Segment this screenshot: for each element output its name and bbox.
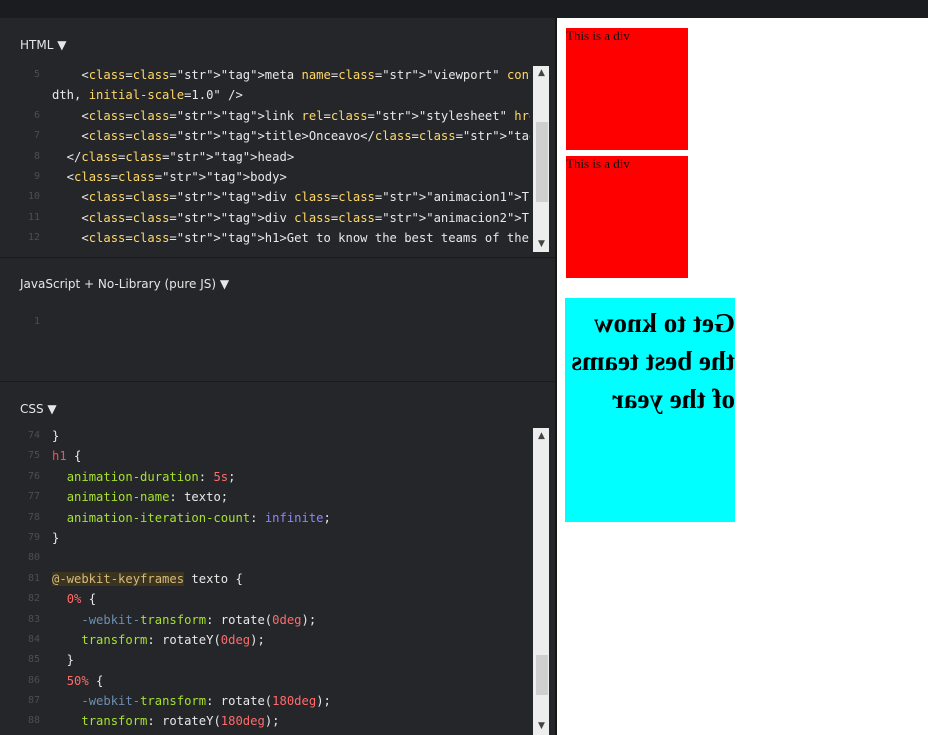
line-number: 74 <box>27 430 40 441</box>
div2-text: This is a div <box>566 156 630 171</box>
code-line[interactable]: 8 </class=class="str">"tag">head> <box>0 147 530 167</box>
code-text[interactable]: -webkit-transform: rotate(0deg); <box>52 610 316 630</box>
code-line[interactable]: 9 <class=class="str">"tag">body> <box>0 167 530 187</box>
line-number: 75 <box>27 450 40 462</box>
code-text[interactable]: <class=class="str">"tag">body> <box>52 167 287 187</box>
code-line[interactable]: 77 animation-name: texto; <box>0 487 530 507</box>
js-code-area[interactable]: 1 <box>0 312 530 332</box>
code-line[interactable]: dth, initial-scale=1.0" /> <box>0 85 530 105</box>
css-scroll-up-icon[interactable]: ▲ <box>537 431 546 441</box>
code-text[interactable]: @-webkit-keyframes texto { <box>52 569 243 589</box>
code-text[interactable]: <class=class="str">"tag">title>Onceavo</… <box>52 126 530 146</box>
line-number: 77 <box>27 491 40 503</box>
preview-heading: Get to know the best teams of the year <box>571 308 735 414</box>
code-text[interactable]: <class=class="str">"tag">h1>Get to know … <box>52 228 530 248</box>
line-number: 85 <box>27 654 40 666</box>
line-number: 79 <box>27 531 40 543</box>
code-line[interactable]: 6 <class=class="str">"tag">link rel=clas… <box>0 106 530 126</box>
line-number: 84 <box>27 633 40 645</box>
code-text[interactable]: 50% { <box>52 671 104 691</box>
code-line[interactable]: 80 <box>0 548 530 568</box>
line-number: 12 <box>27 232 40 244</box>
line-number: 10 <box>27 191 40 203</box>
code-text[interactable]: animation-duration: 5s; <box>52 467 236 487</box>
code-line[interactable]: 10 <class=class="str">"tag">div class=cl… <box>0 187 530 207</box>
code-text[interactable]: <class=class="str">"tag">div class=class… <box>52 208 530 228</box>
code-line[interactable]: 86 50% { <box>0 671 530 691</box>
line-number: 76 <box>27 470 40 482</box>
html-scrollbar-thumb[interactable] <box>536 122 548 202</box>
css-panel-toggle[interactable]: CSS ▼ <box>20 402 57 416</box>
code-text[interactable]: h1 { <box>52 446 81 466</box>
top-bar <box>0 0 928 18</box>
code-editor: HTML ▼ 5 <class=class="str">"tag">meta n… <box>0 18 555 735</box>
code-text[interactable]: transform: rotateY(0deg); <box>52 630 264 650</box>
code-line[interactable]: 87 -webkit-transform: rotate(180deg); <box>0 691 530 711</box>
html-scroll-down-icon[interactable]: ▼ <box>537 239 546 249</box>
line-number: 9 <box>33 170 40 182</box>
line-number: 82 <box>27 593 40 605</box>
code-line[interactable]: 12 <class=class="str">"tag">h1>Get to kn… <box>0 228 530 248</box>
preview-heading-box: Get to know the best teams of the year <box>565 298 735 522</box>
line-number: 87 <box>27 695 40 707</box>
line-number: 7 <box>33 130 40 142</box>
panel-divider[interactable] <box>0 381 555 382</box>
code-text[interactable]: dth, initial-scale=1.0" /> <box>52 85 243 105</box>
css-scrollbar-thumb[interactable] <box>536 655 548 695</box>
code-line[interactable]: 79} <box>0 528 530 548</box>
code-line[interactable]: 76 animation-duration: 5s; <box>0 467 530 487</box>
line-number: 81 <box>27 572 40 584</box>
code-line[interactable]: 1 <box>0 312 530 332</box>
div1-text: This is a div <box>566 28 630 43</box>
line-number: 11 <box>27 211 40 223</box>
line-number: 80 <box>27 552 40 564</box>
line-number: 8 <box>33 150 40 162</box>
line-number: 1 <box>33 316 40 327</box>
code-text[interactable]: -webkit-transform: rotate(180deg); <box>52 691 331 711</box>
js-panel-toggle[interactable]: JavaScript + No-Library (pure JS) ▼ <box>20 277 229 291</box>
code-text[interactable]: } <box>52 426 59 446</box>
code-text[interactable]: transform: rotateY(180deg); <box>52 711 279 731</box>
panel-divider[interactable] <box>0 257 555 258</box>
line-number: 86 <box>27 674 40 686</box>
code-line[interactable]: 75 h1 { <box>0 446 530 466</box>
preview-div-animacion1: This is a div <box>566 28 688 150</box>
code-text[interactable]: } <box>52 650 74 670</box>
code-line[interactable]: 78 animation-iteration-count: infinite; <box>0 508 530 528</box>
code-text[interactable]: <class=class="str">"tag">meta name=class… <box>52 65 530 85</box>
code-line[interactable]: 83 -webkit-transform: rotate(0deg); <box>0 610 530 630</box>
code-text[interactable]: } <box>52 528 59 548</box>
pane-resize-handle[interactable] <box>555 18 557 735</box>
code-text[interactable]: <class=class="str">"tag">link rel=class=… <box>52 106 530 126</box>
code-line[interactable]: 82 0% { <box>0 589 530 609</box>
css-code-area[interactable]: 74} 75 h1 {76 animation-duration: 5s; 77 an… <box>0 426 530 735</box>
preview-div-animacion2: This is a div <box>566 156 688 278</box>
code-text[interactable]: 0% { <box>52 589 96 609</box>
line-number: 83 <box>27 613 40 625</box>
line-number: 88 <box>27 715 40 727</box>
code-line[interactable]: 81 @-webkit-keyframes texto { <box>0 569 530 589</box>
code-line[interactable]: 5 <class=class="str">"tag">meta name=cla… <box>0 65 530 85</box>
css-scroll-down-icon[interactable]: ▼ <box>537 721 546 731</box>
code-text[interactable]: <class=class="str">"tag">div class=class… <box>52 187 530 207</box>
code-text[interactable]: </class=class="str">"tag">head> <box>52 147 294 167</box>
line-number: 6 <box>33 109 40 121</box>
html-code-area[interactable]: 5 <class=class="str">"tag">meta name=cla… <box>0 65 530 249</box>
code-line[interactable]: 84 transform: rotateY(0deg); <box>0 630 530 650</box>
code-line[interactable]: 74} <box>0 426 530 446</box>
html-scroll-up-icon[interactable]: ▲ <box>537 68 546 78</box>
line-number: 5 <box>33 69 40 80</box>
code-line[interactable]: 7 <class=class="str">"tag">title>Onceavo… <box>0 126 530 146</box>
code-line[interactable]: 88 transform: rotateY(180deg); <box>0 711 530 731</box>
code-line[interactable]: 11 <class=class="str">"tag">div class=cl… <box>0 208 530 228</box>
code-text[interactable]: animation-iteration-count: infinite; <box>52 508 331 528</box>
code-line[interactable]: 85 } <box>0 650 530 670</box>
html-panel-toggle[interactable]: HTML ▼ <box>20 38 66 52</box>
line-number: 78 <box>27 511 40 523</box>
code-text[interactable]: animation-name: texto; <box>52 487 228 507</box>
